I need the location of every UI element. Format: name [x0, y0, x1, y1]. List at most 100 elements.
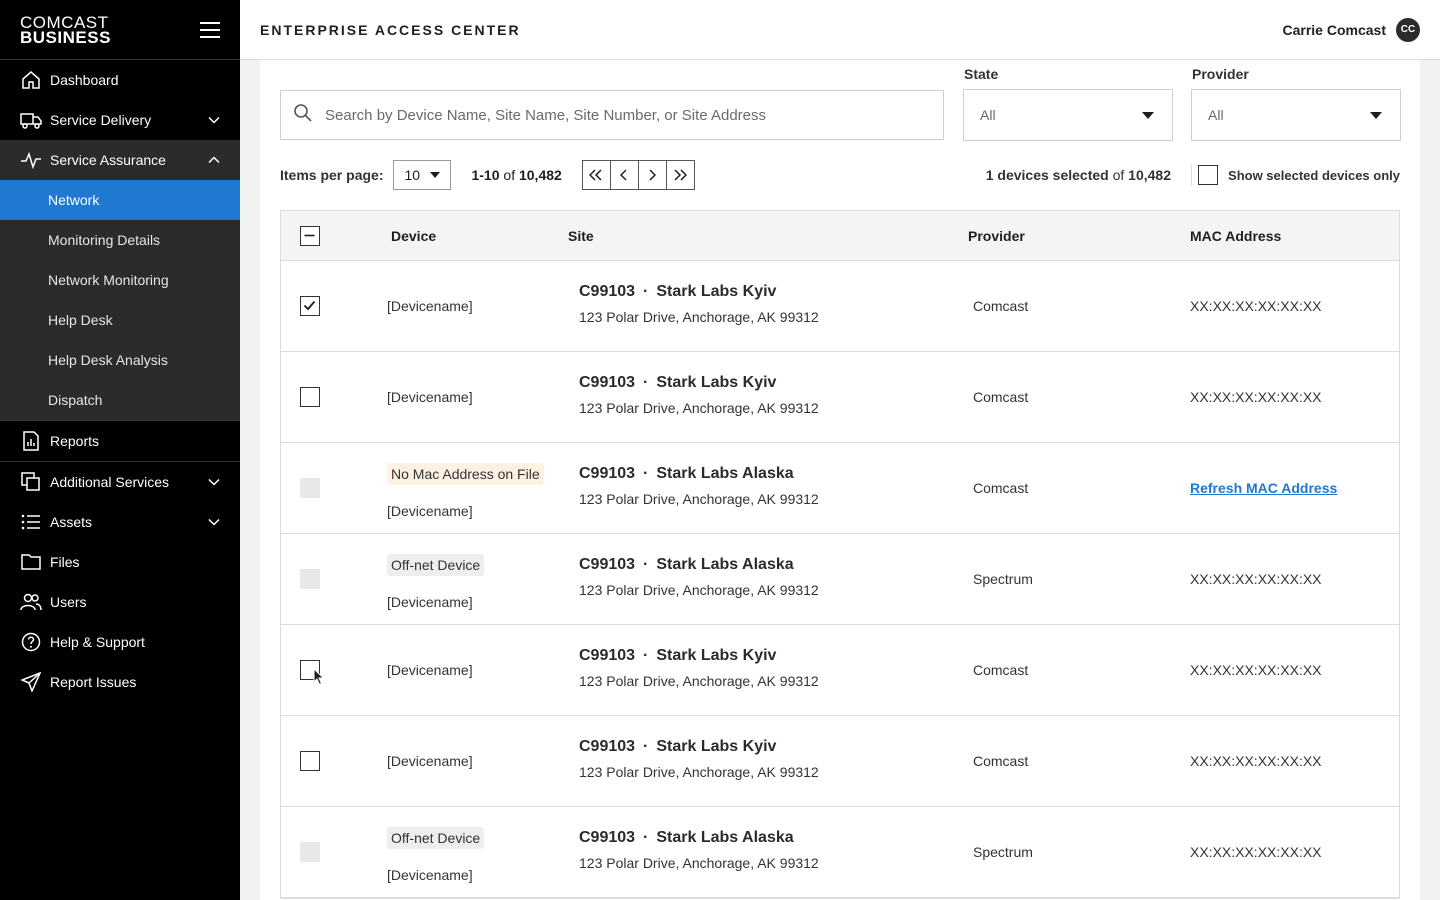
site-title: C99103 · Stark Labs Alaska [579, 556, 819, 574]
row-checkbox[interactable] [300, 751, 320, 771]
sidebar-item-users[interactable]: Users [0, 582, 240, 622]
site-address: 123 Polar Drive, Anchorage, AK 99312 [579, 491, 819, 507]
site-cell: C99103 · Stark Labs Alaska 123 Polar Drive,… [579, 465, 819, 507]
sidebar-subitem-dispatch[interactable]: Dispatch [0, 380, 240, 420]
table-row[interactable]: [Devicename] C99103 · Stark Labs Kyiv 123 Po… [281, 625, 1399, 716]
site-name: Stark Labs Kyiv [656, 374, 777, 391]
site-title: C99103 · Stark Labs Alaska [579, 829, 819, 847]
mac-address: XX:XX:XX:XX:XX:XX [1190, 662, 1322, 678]
state-select[interactable]: All [963, 89, 1173, 141]
select-all-checkbox[interactable] [300, 226, 320, 246]
sidebar-subitem-network[interactable]: Network [0, 180, 240, 220]
provider-name: Comcast [973, 389, 1029, 405]
double-chevron-left-icon [589, 169, 602, 181]
device-column-header[interactable]: Device [391, 228, 436, 244]
chevron-left-icon [620, 169, 627, 181]
truck-icon [20, 109, 42, 131]
sidebar-item-service-assurance[interactable]: Service Assurance [0, 140, 240, 180]
show-selected-toggle[interactable]: Show selected devices only [1198, 165, 1400, 185]
row-checkbox[interactable] [300, 387, 320, 407]
search-icon [293, 103, 313, 128]
table-body: [Devicename] C99103 · Stark Labs Kyiv 123 Po… [281, 261, 1399, 898]
range-of: of [503, 167, 516, 183]
next-page-button[interactable] [637, 160, 667, 190]
user-menu[interactable]: Carrie Comcast CC [1283, 17, 1420, 42]
sidebar-subitem-help-desk[interactable]: Help Desk [0, 300, 240, 340]
site-address: 123 Polar Drive, Anchorage, AK 99312 [579, 673, 819, 689]
table-row[interactable]: [Devicename] C99103 · Stark Labs Kyiv 123 Po… [281, 352, 1399, 443]
hamburger-menu-icon[interactable] [200, 21, 220, 38]
table-header: Device Site Provider MAC Address [281, 211, 1399, 261]
sidebar-item-dashboard[interactable]: Dashboard [0, 60, 240, 100]
table-row[interactable]: Off-net Device [Devicename] C99103 · Stark L… [281, 807, 1399, 898]
provider-select[interactable]: All [1191, 89, 1401, 141]
refresh-mac-address-link[interactable]: Refresh MAC Address [1190, 480, 1337, 496]
sidebar-item-label: Report Issues [50, 674, 137, 690]
site-address: 123 Polar Drive, Anchorage, AK 99312 [579, 764, 819, 780]
app-title: ENTERPRISE ACCESS CENTER [260, 21, 521, 38]
device-status-tag: Off-net Device [387, 554, 485, 576]
sidebar-item-assets[interactable]: Assets [0, 502, 240, 542]
site-cell: C99103 · Stark Labs Kyiv 123 Polar Drive, A… [579, 283, 819, 325]
site-number: C99103 [579, 829, 636, 846]
site-number: C99103 [579, 556, 636, 573]
vertical-divider [1191, 164, 1192, 186]
selected-count-value: 1 devices selected [985, 167, 1109, 183]
sidebar-item-label: Additional Services [50, 474, 170, 490]
sidebar-item-files[interactable]: Files [0, 542, 240, 582]
sidebar-item-reports[interactable]: Reports [0, 421, 240, 461]
site-name: Stark Labs Kyiv [656, 738, 777, 755]
sidebar-subitem-help-desk-analysis[interactable]: Help Desk Analysis [0, 340, 240, 380]
device-name: [Devicename] [387, 389, 473, 405]
first-page-button[interactable] [581, 160, 611, 190]
sidebar-subitem-network-monitoring[interactable]: Network Monitoring [0, 260, 240, 300]
site-address: 123 Polar Drive, Anchorage, AK 99312 [579, 309, 819, 325]
table-row[interactable]: [Devicename] C99103 · Stark Labs Kyiv 123 Po… [281, 716, 1399, 807]
chevron-right-icon [649, 169, 657, 181]
comcast-business-logo[interactable]: COMCAST BUSINESS [20, 14, 111, 46]
selected-devices-count: 1 devices selected of 10,482 [986, 167, 1171, 183]
sidebar-subitem-monitoring-details[interactable]: Monitoring Details [0, 220, 240, 260]
range-total: 10,482 [518, 167, 562, 183]
table-row[interactable]: Off-net Device [Devicename] C99103 · Stark L… [281, 534, 1399, 625]
separator-dot: · [643, 465, 649, 482]
sidebar-item-help-and-support[interactable]: Help & Support [0, 622, 240, 662]
table-row[interactable]: No Mac Address on File [Devicename] C99103… [281, 443, 1399, 534]
mac-address: XX:XX:XX:XX:XX:XX [1190, 389, 1322, 405]
show-selected-checkbox[interactable] [1198, 165, 1219, 185]
mac-address: XX:XX:XX:XX:XX:XX [1190, 844, 1322, 860]
row-checkbox-disabled [300, 842, 320, 862]
users-icon [20, 591, 42, 613]
provider-column-header[interactable]: Provider [968, 228, 1025, 244]
site-number: C99103 [579, 738, 636, 755]
items-per-page-select[interactable]: 10 [393, 160, 452, 190]
last-page-button[interactable] [665, 160, 695, 190]
site-title: C99103 · Stark Labs Kyiv [579, 374, 819, 392]
site-name: Stark Labs Alaska [656, 556, 794, 573]
show-selected-label: Show selected devices only [1228, 167, 1400, 183]
prev-page-button[interactable] [609, 160, 639, 190]
site-address: 123 Polar Drive, Anchorage, AK 99312 [579, 400, 819, 416]
sidebar-item-report-issues[interactable]: Report Issues [0, 662, 240, 702]
site-number: C99103 [579, 283, 636, 300]
network-devices-panel: State All Provider All Items per page: 1… [260, 60, 1420, 900]
provider-name: Comcast [973, 298, 1029, 314]
folder-icon [20, 551, 42, 573]
table-row[interactable]: [Devicename] C99103 · Stark Labs Kyiv 123 Po… [281, 261, 1399, 352]
mac-address: XX:XX:XX:XX:XX:XX [1190, 571, 1322, 587]
sidebar-item-service-delivery[interactable]: Service Delivery [0, 100, 240, 140]
site-column-header[interactable]: Site [568, 228, 594, 244]
mac-column-header[interactable]: MAC Address [1190, 228, 1281, 244]
mac-address: XX:XX:XX:XX:XX:XX [1190, 753, 1322, 769]
page-scrollbar[interactable] [1420, 60, 1440, 900]
search-box[interactable] [280, 90, 944, 140]
site-address: 123 Polar Drive, Anchorage, AK 99312 [579, 855, 819, 871]
top-bar: ENTERPRISE ACCESS CENTER Carrie Comcast … [240, 0, 1440, 60]
device-status-tag: No Mac Address on File [387, 463, 544, 485]
sidebar-item-additional-services[interactable]: Additional Services [0, 462, 240, 502]
row-checkbox[interactable] [300, 296, 320, 316]
site-cell: C99103 · Stark Labs Kyiv 123 Polar Drive, A… [579, 647, 819, 689]
separator-dot: · [643, 374, 649, 391]
sidebar-item-label: Users [50, 594, 87, 610]
search-input[interactable] [325, 106, 925, 124]
